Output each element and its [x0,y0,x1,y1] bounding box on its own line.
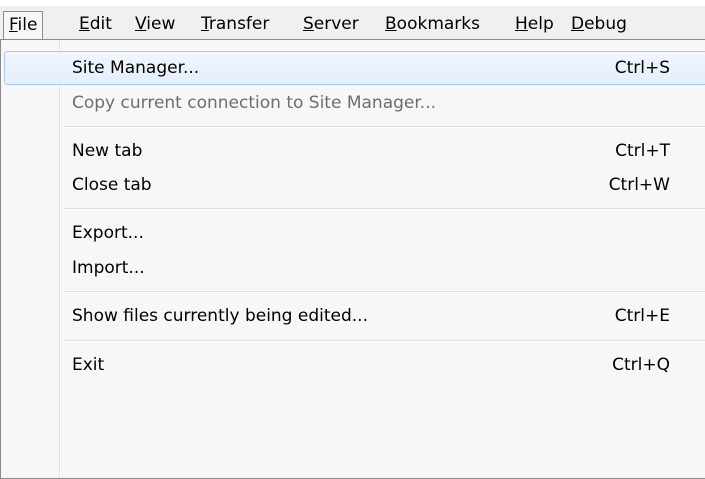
menu-bookmarks-mnemonic: B [385,14,397,34]
site-manager-shortcut: Ctrl+S [614,58,670,78]
menu-view[interactable]: View [130,11,180,39]
import-label: Import... [72,258,145,278]
menu-edit-label: dit [89,14,112,34]
menu-item-show-edited-files[interactable]: Show files currently being edited... Ctr… [4,299,705,333]
exit-label: Exit [72,355,105,375]
menu-item-copy-connection[interactable]: Copy current connection to Site Manager.… [4,86,705,120]
menu-item-site-manager[interactable]: Site Manager... Ctrl+S [4,51,705,85]
menu-help-label: elp [527,14,554,34]
menu-separator [64,291,705,293]
menu-debug-mnemonic: D [571,14,585,34]
show-edited-files-label: Show files currently being edited... [72,306,368,326]
menu-separator [64,208,705,210]
menu-transfer-mnemonic: T [201,14,209,34]
menu-file[interactable]: File [3,11,44,39]
export-label: Export... [72,223,144,243]
menu-server[interactable]: Server [298,11,364,39]
menu-server-mnemonic: S [303,14,314,34]
menu-item-export[interactable]: Export... [4,216,705,250]
menu-bookmarks[interactable]: Bookmarks [380,11,485,39]
menu-file-label: ile [17,15,38,35]
show-edited-files-shortcut: Ctrl+E [614,306,670,326]
close-tab-label: Close tab [72,175,152,195]
menu-edit[interactable]: Edit [74,11,117,39]
menu-edit-mnemonic: E [79,14,90,34]
copy-connection-label: Copy current connection to Site Manager.… [72,93,437,113]
new-tab-shortcut: Ctrl+T [615,141,670,161]
exit-shortcut: Ctrl+Q [612,355,670,375]
menu-server-label: erver [313,14,359,34]
menu-item-import[interactable]: Import... [4,251,705,285]
menu-transfer[interactable]: Transfer [196,11,274,39]
file-menu-dropdown: Site Manager... Ctrl+S Copy current conn… [0,39,705,479]
close-tab-shortcut: Ctrl+W [608,175,670,195]
new-tab-label: New tab [72,141,143,161]
menu-transfer-label: ransfer [208,14,270,34]
menu-view-mnemonic: V [135,14,147,34]
menu-debug[interactable]: Debug [566,11,632,39]
menu-file-mnemonic: F [9,15,18,35]
site-manager-label: Site Manager... [72,58,200,78]
menu-bookmarks-label: ookmarks [396,14,480,34]
menu-item-exit[interactable]: Exit Ctrl+Q [4,348,705,382]
menu-bar: File Edit View Transfer Server Bookmarks… [0,6,705,40]
menu-item-close-tab[interactable]: Close tab Ctrl+W [4,168,705,202]
menu-debug-label: ebug [584,14,627,34]
menu-item-new-tab[interactable]: New tab Ctrl+T [4,134,705,168]
menu-help[interactable]: Help [510,11,559,39]
menu-separator [64,126,705,128]
menu-separator [64,340,705,342]
menu-help-mnemonic: H [515,14,528,34]
menu-view-label: iew [146,14,176,34]
